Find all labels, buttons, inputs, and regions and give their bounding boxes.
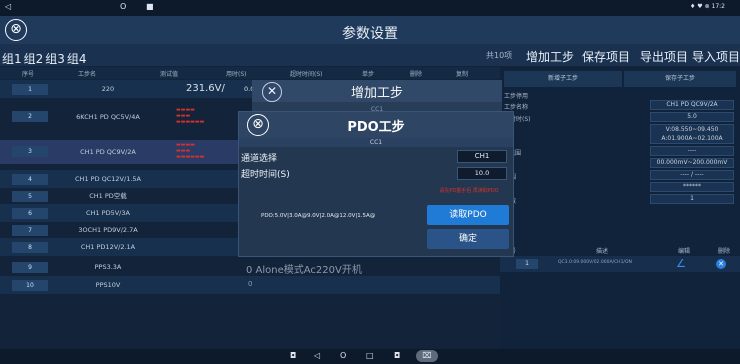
save-item-button[interactable]: 保存项目 bbox=[582, 48, 630, 65]
row-name: CH1 PD5V/3A bbox=[86, 209, 130, 217]
row-number: 6 bbox=[12, 208, 48, 219]
delete-icon[interactable]: ✕ bbox=[716, 259, 726, 269]
list-item-desc: QC3.0:09.000V/02.000A/CH1/ON bbox=[558, 260, 632, 265]
range-field-3[interactable]: 00.000mV~200.000mV bbox=[650, 158, 734, 168]
row-name: 6KCH1 PD QC5V/4A bbox=[76, 113, 140, 121]
row-name: 3OCH1 PD9V/2.7A bbox=[78, 226, 138, 234]
keyboard-icon[interactable]: ⌧ bbox=[416, 350, 438, 362]
pdo-dialog-header: ⊗ PDO工步 bbox=[239, 112, 513, 138]
list-item[interactable]: 1 QC3.0:09.000V/02.000A/CH1/ON ∠ ✕ bbox=[500, 256, 740, 272]
nav-back-icon[interactable]: ◁ bbox=[314, 351, 320, 360]
row-number: 9 bbox=[12, 262, 48, 273]
back-icon[interactable]: ◁ bbox=[5, 2, 11, 11]
channel-select[interactable]: CH1 bbox=[457, 150, 507, 163]
range-field-4[interactable]: ---- / ---- bbox=[650, 170, 734, 180]
row-name: CH1 PD QC12V/1.5A bbox=[75, 175, 141, 183]
row-name: PPS3.3A bbox=[94, 263, 122, 271]
add-step-button[interactable]: 增加工步 bbox=[526, 48, 574, 65]
pdo-step-dialog: ⊗ PDO工步 CC1 通道选择 CH1 超时时间(S) 10.0 请先PD握手… bbox=[238, 111, 514, 257]
system-nav-bar: ◘ ◁ O □ ◘ ⌧ bbox=[0, 349, 740, 364]
col-timeout: 超时时间(S) bbox=[290, 71, 323, 78]
row-description: 0 Alone模式Ac220V开机 bbox=[246, 265, 362, 276]
nav-recents-icon[interactable]: □ bbox=[366, 351, 374, 360]
pdo-warning: 请先PD握手后 再读取PDO bbox=[439, 188, 499, 194]
col-time: 用时(S) bbox=[226, 71, 247, 78]
tab-group-3[interactable]: 组3 bbox=[45, 50, 65, 67]
row-number: 2 bbox=[12, 111, 48, 122]
row-time: 0 bbox=[248, 280, 253, 288]
nav-home-icon[interactable]: O bbox=[340, 351, 346, 360]
edit-icon[interactable]: ∠ bbox=[676, 257, 686, 270]
volume-icon[interactable]: ◘ bbox=[394, 351, 400, 360]
add-step-dialog-title: 增加工步 bbox=[350, 86, 403, 101]
row-number: 7 bbox=[12, 225, 48, 236]
read-pdo-button[interactable]: 读取PDO bbox=[427, 205, 509, 225]
tab-bar: 组1 组2 组3 组4 共10项 增加工步 保存项目 导出项目 导入项目 bbox=[0, 44, 740, 66]
row-number: 10 bbox=[12, 280, 48, 291]
count-field[interactable]: 1 bbox=[650, 194, 734, 204]
home-icon[interactable]: O bbox=[120, 2, 126, 11]
row-number: 8 bbox=[12, 242, 48, 253]
range-field-2[interactable]: ---- bbox=[650, 146, 734, 156]
cc-label: CC1 bbox=[239, 138, 513, 147]
password-field[interactable]: ****** bbox=[650, 182, 734, 192]
range-field[interactable]: V:08.550~09.450 A:01.900A~02.100A bbox=[650, 124, 734, 144]
save-child-step-button[interactable]: 保存子工步 bbox=[624, 71, 736, 87]
list-header-delete: 删除 bbox=[718, 248, 731, 255]
row-number: 4 bbox=[12, 174, 48, 185]
row-error-text: ▬▬▬▬ ▬▬▬ ▬▬▬▬▬▬ bbox=[176, 142, 205, 160]
row-number: 1 bbox=[12, 84, 48, 95]
row-value: 231.6V/ bbox=[186, 83, 225, 94]
row-name: PPS10V bbox=[95, 281, 121, 289]
screenshot-icon[interactable]: ◘ bbox=[290, 351, 296, 360]
timeout-input[interactable]: 10.0 bbox=[457, 167, 507, 180]
confirm-button[interactable]: 确定 bbox=[427, 229, 509, 249]
step-name-label: 工步名称 bbox=[504, 104, 529, 111]
row-name: CH1 PD空载 bbox=[89, 192, 127, 200]
tab-group-1[interactable]: 组1 bbox=[2, 50, 22, 67]
table-row[interactable]: 9 PPS3.3A 0 Alone模式Ac220V开机 bbox=[0, 258, 500, 276]
list-header-desc: 描述 bbox=[596, 248, 609, 255]
col-single: 单步 bbox=[362, 71, 375, 78]
status-icons: ♦ ♥ ⊗ 17:2 bbox=[690, 3, 725, 10]
import-item-button[interactable]: 导入项目 bbox=[692, 48, 740, 65]
col-name: 工步名 bbox=[78, 71, 97, 78]
timeout-label: 超时时间(S) bbox=[241, 170, 290, 180]
col-value: 测试值 bbox=[160, 71, 179, 78]
table-row[interactable]: 10 PPS10V 0 bbox=[0, 276, 500, 294]
add-step-close-icon[interactable]: ✕ bbox=[262, 82, 282, 102]
step-name-field[interactable]: CH1 PD QC9V/2A bbox=[650, 100, 734, 110]
list-item-number: 1 bbox=[516, 259, 538, 269]
notification-icon: ■ bbox=[146, 2, 154, 11]
tab-group-2[interactable]: 组2 bbox=[24, 50, 44, 67]
pdo-dialog-title: PDO工步 bbox=[347, 120, 405, 135]
export-item-button[interactable]: 导出项目 bbox=[640, 48, 688, 65]
table-header: 序号 工步名 测试值 用时(S) 超时时间(S) 单步 删除 复制 bbox=[0, 67, 500, 79]
status-bar: ◁ O ■ ♦ ♥ ⊗ 17:2 bbox=[0, 0, 740, 16]
add-child-step-button[interactable]: 新增子工步 bbox=[504, 71, 622, 87]
col-no: 序号 bbox=[22, 71, 35, 78]
row-name: CH1 PD QC9V/2A bbox=[80, 148, 136, 156]
list-header-edit: 编辑 bbox=[678, 248, 691, 255]
pdo-list-text: PDO:5.0V|3.0A@9.0V|2.0A@12.0V|1.5A@ bbox=[261, 213, 376, 219]
row-name: 220 bbox=[101, 85, 115, 93]
title-bar: ⊗ 参数设置 bbox=[0, 16, 740, 44]
timeout-field[interactable]: 5.0 bbox=[650, 112, 734, 122]
row-name: CH1 PD12V/2.1A bbox=[80, 243, 136, 251]
tab-group-4[interactable]: 组4 bbox=[67, 50, 87, 67]
page-title: 参数设置 bbox=[342, 26, 398, 42]
row-number: 5 bbox=[12, 191, 48, 202]
item-count: 共10项 bbox=[486, 51, 513, 60]
disable-step-label: 工步停用 bbox=[504, 93, 529, 100]
col-delete: 删除 bbox=[410, 71, 423, 78]
row-error-text: ▬▬▬▬ ▬▬▬ ▬▬▬▬▬▬ bbox=[176, 107, 205, 125]
channel-label: 通道选择 bbox=[241, 154, 278, 164]
row-number: 3 bbox=[12, 146, 48, 157]
col-copy: 复制 bbox=[456, 71, 469, 78]
